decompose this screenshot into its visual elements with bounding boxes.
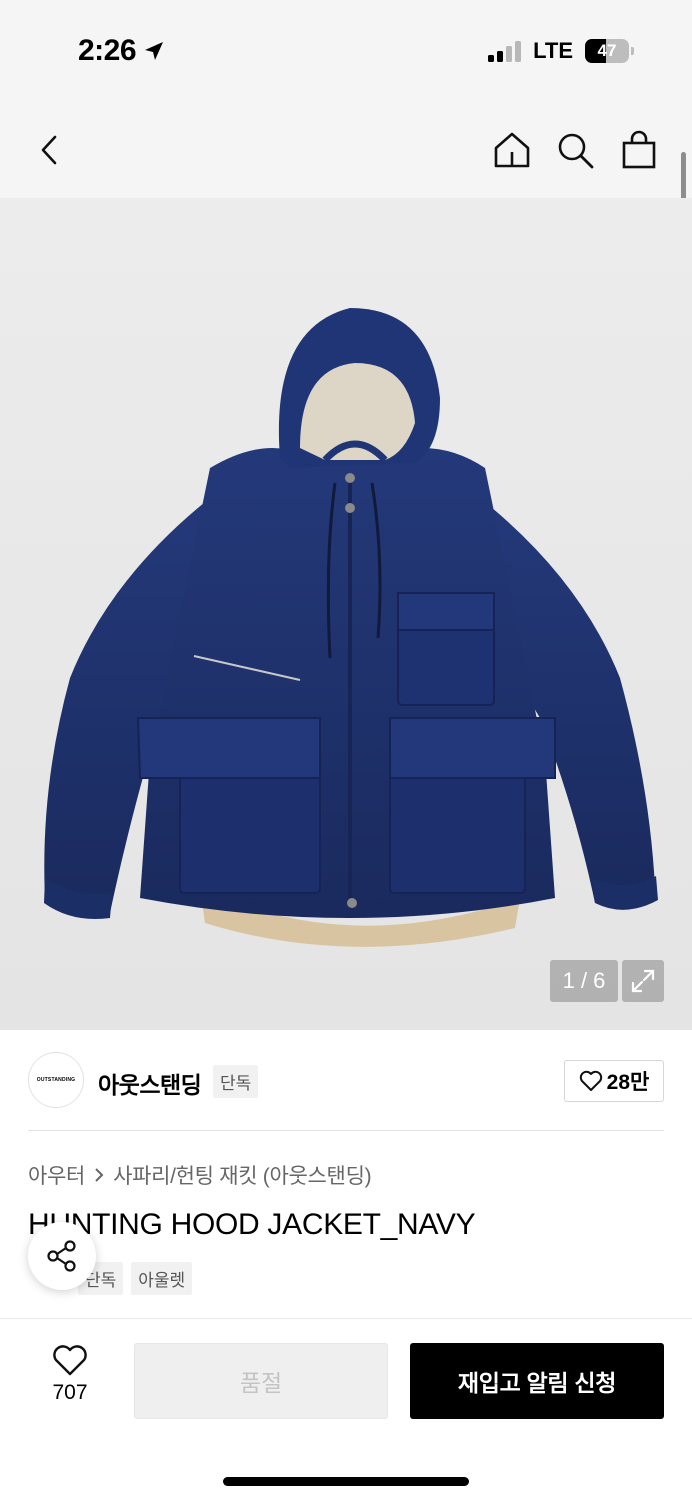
- image-page-counter: 1 / 6: [550, 960, 618, 1002]
- wishlist-count: 707: [52, 1381, 88, 1404]
- status-right: LTE 47: [488, 38, 634, 64]
- wishlist-button[interactable]: 707: [30, 1345, 110, 1405]
- status-time: 2:26: [78, 34, 166, 68]
- product-image: [44, 308, 658, 947]
- back-button[interactable]: [28, 128, 72, 172]
- battery-cap: [631, 47, 634, 55]
- status-bar: 2:26 LTE 47: [0, 0, 692, 100]
- share-button[interactable]: [28, 1222, 96, 1290]
- cart-button[interactable]: [617, 128, 661, 172]
- zoom-button[interactable]: [622, 960, 664, 1002]
- brand-name[interactable]: 아웃스탠딩: [98, 1066, 202, 1100]
- search-icon: [558, 133, 594, 169]
- top-nav: [0, 100, 692, 198]
- brand-like-count: 28만: [606, 1071, 650, 1094]
- brand-row: OUTSTANDING 아웃스탠딩 단독 28만: [0, 1030, 692, 1130]
- brand-exclusive-badge: 단독: [213, 1065, 259, 1098]
- location-arrow-icon: [145, 42, 164, 60]
- battery-label: 47: [597, 41, 617, 60]
- search-button[interactable]: [553, 128, 597, 172]
- home-indicator: [223, 1477, 469, 1486]
- network-label: LTE: [533, 38, 573, 63]
- restock-alert-button[interactable]: 재입고 알림 신청: [410, 1343, 664, 1419]
- battery-icon: 47: [585, 39, 629, 63]
- signal-icon: [488, 40, 522, 62]
- brand-logo-text: OUTSTANDING: [36, 1077, 76, 1083]
- product-title: HUNTING HOOD JACKET_NAVY: [28, 1208, 476, 1241]
- breadcrumb-category[interactable]: 아우터: [28, 1160, 85, 1190]
- chevron-right-icon: [95, 1168, 104, 1182]
- expand-icon: [631, 969, 655, 993]
- soldout-button[interactable]: 품절: [134, 1343, 388, 1419]
- divider: [28, 1130, 664, 1131]
- breadcrumb: 아우터 사파리/헌팅 재킷 (아웃스탠딩): [28, 1160, 372, 1190]
- brand-logo[interactable]: OUTSTANDING: [28, 1052, 84, 1108]
- brand-like-button[interactable]: 28만: [564, 1060, 664, 1102]
- product-image-gallery[interactable]: 1 / 6: [0, 198, 692, 1030]
- heart-icon: [53, 1345, 87, 1376]
- heart-icon: [579, 1070, 602, 1091]
- bottom-action-bar: 707 품절 재입고 알림 신청: [0, 1318, 692, 1500]
- product-tags: 단독 아울렛: [78, 1262, 193, 1295]
- share-icon: [47, 1240, 76, 1272]
- tag-outlet: 아울렛: [131, 1262, 193, 1295]
- home-icon: [494, 132, 530, 168]
- chevron-left-icon: [41, 135, 57, 165]
- home-button[interactable]: [490, 128, 534, 172]
- time-text: 2:26: [78, 34, 137, 67]
- breadcrumb-subcategory[interactable]: 사파리/헌팅 재킷 (아웃스탠딩): [113, 1160, 372, 1190]
- shopping-bag-icon: [622, 130, 656, 169]
